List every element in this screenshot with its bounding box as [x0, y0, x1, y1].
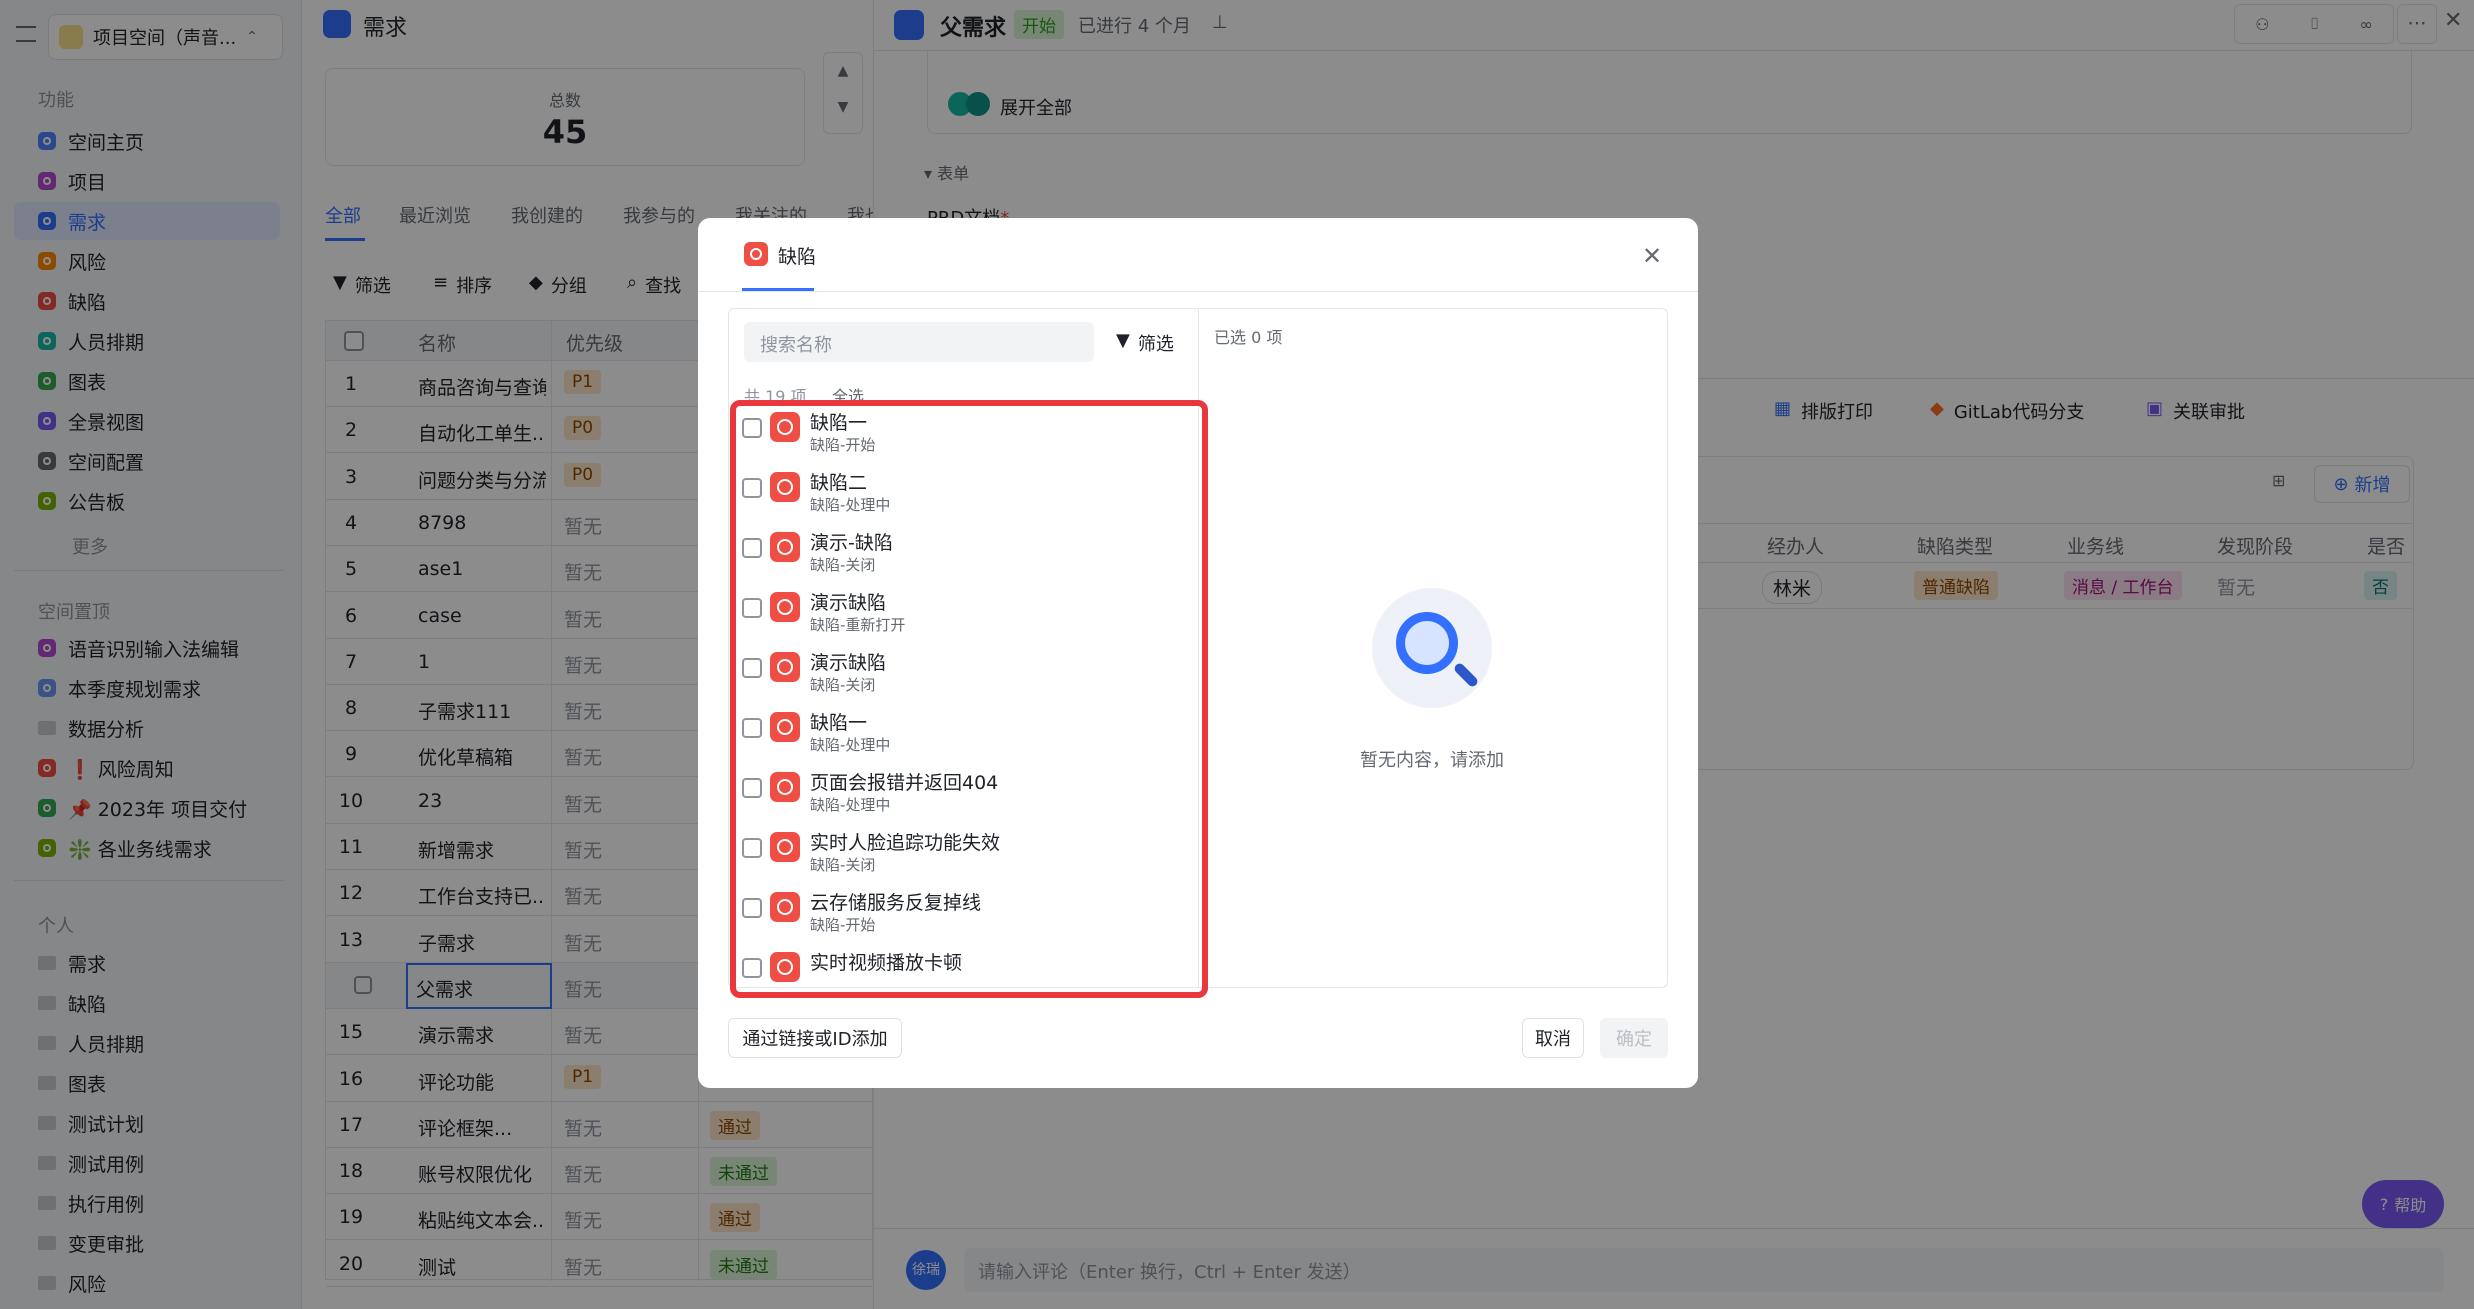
modal-tab-bug[interactable]: 缺陷 [778, 242, 816, 269]
cancel-button[interactable]: 取消 [1522, 1018, 1584, 1058]
divider [698, 291, 1698, 292]
close-icon[interactable]: ✕ [1642, 242, 1662, 270]
modal-filter-button[interactable]: ▼ 筛选 [1116, 330, 1174, 356]
confirm-button[interactable]: 确定 [1600, 1018, 1668, 1058]
magnifier-icon [1372, 588, 1492, 708]
filter-icon: ▼ [1116, 330, 1130, 351]
selected-count: 已选 0 项 [1214, 328, 1283, 347]
search-input[interactable]: 搜索名称 [744, 322, 1094, 362]
empty-text: 暂无内容，请添加 [1360, 750, 1504, 771]
highlight-box [730, 400, 1208, 998]
bug-icon [744, 242, 768, 266]
add-by-link-button[interactable]: 通过链接或ID添加 [728, 1018, 902, 1058]
